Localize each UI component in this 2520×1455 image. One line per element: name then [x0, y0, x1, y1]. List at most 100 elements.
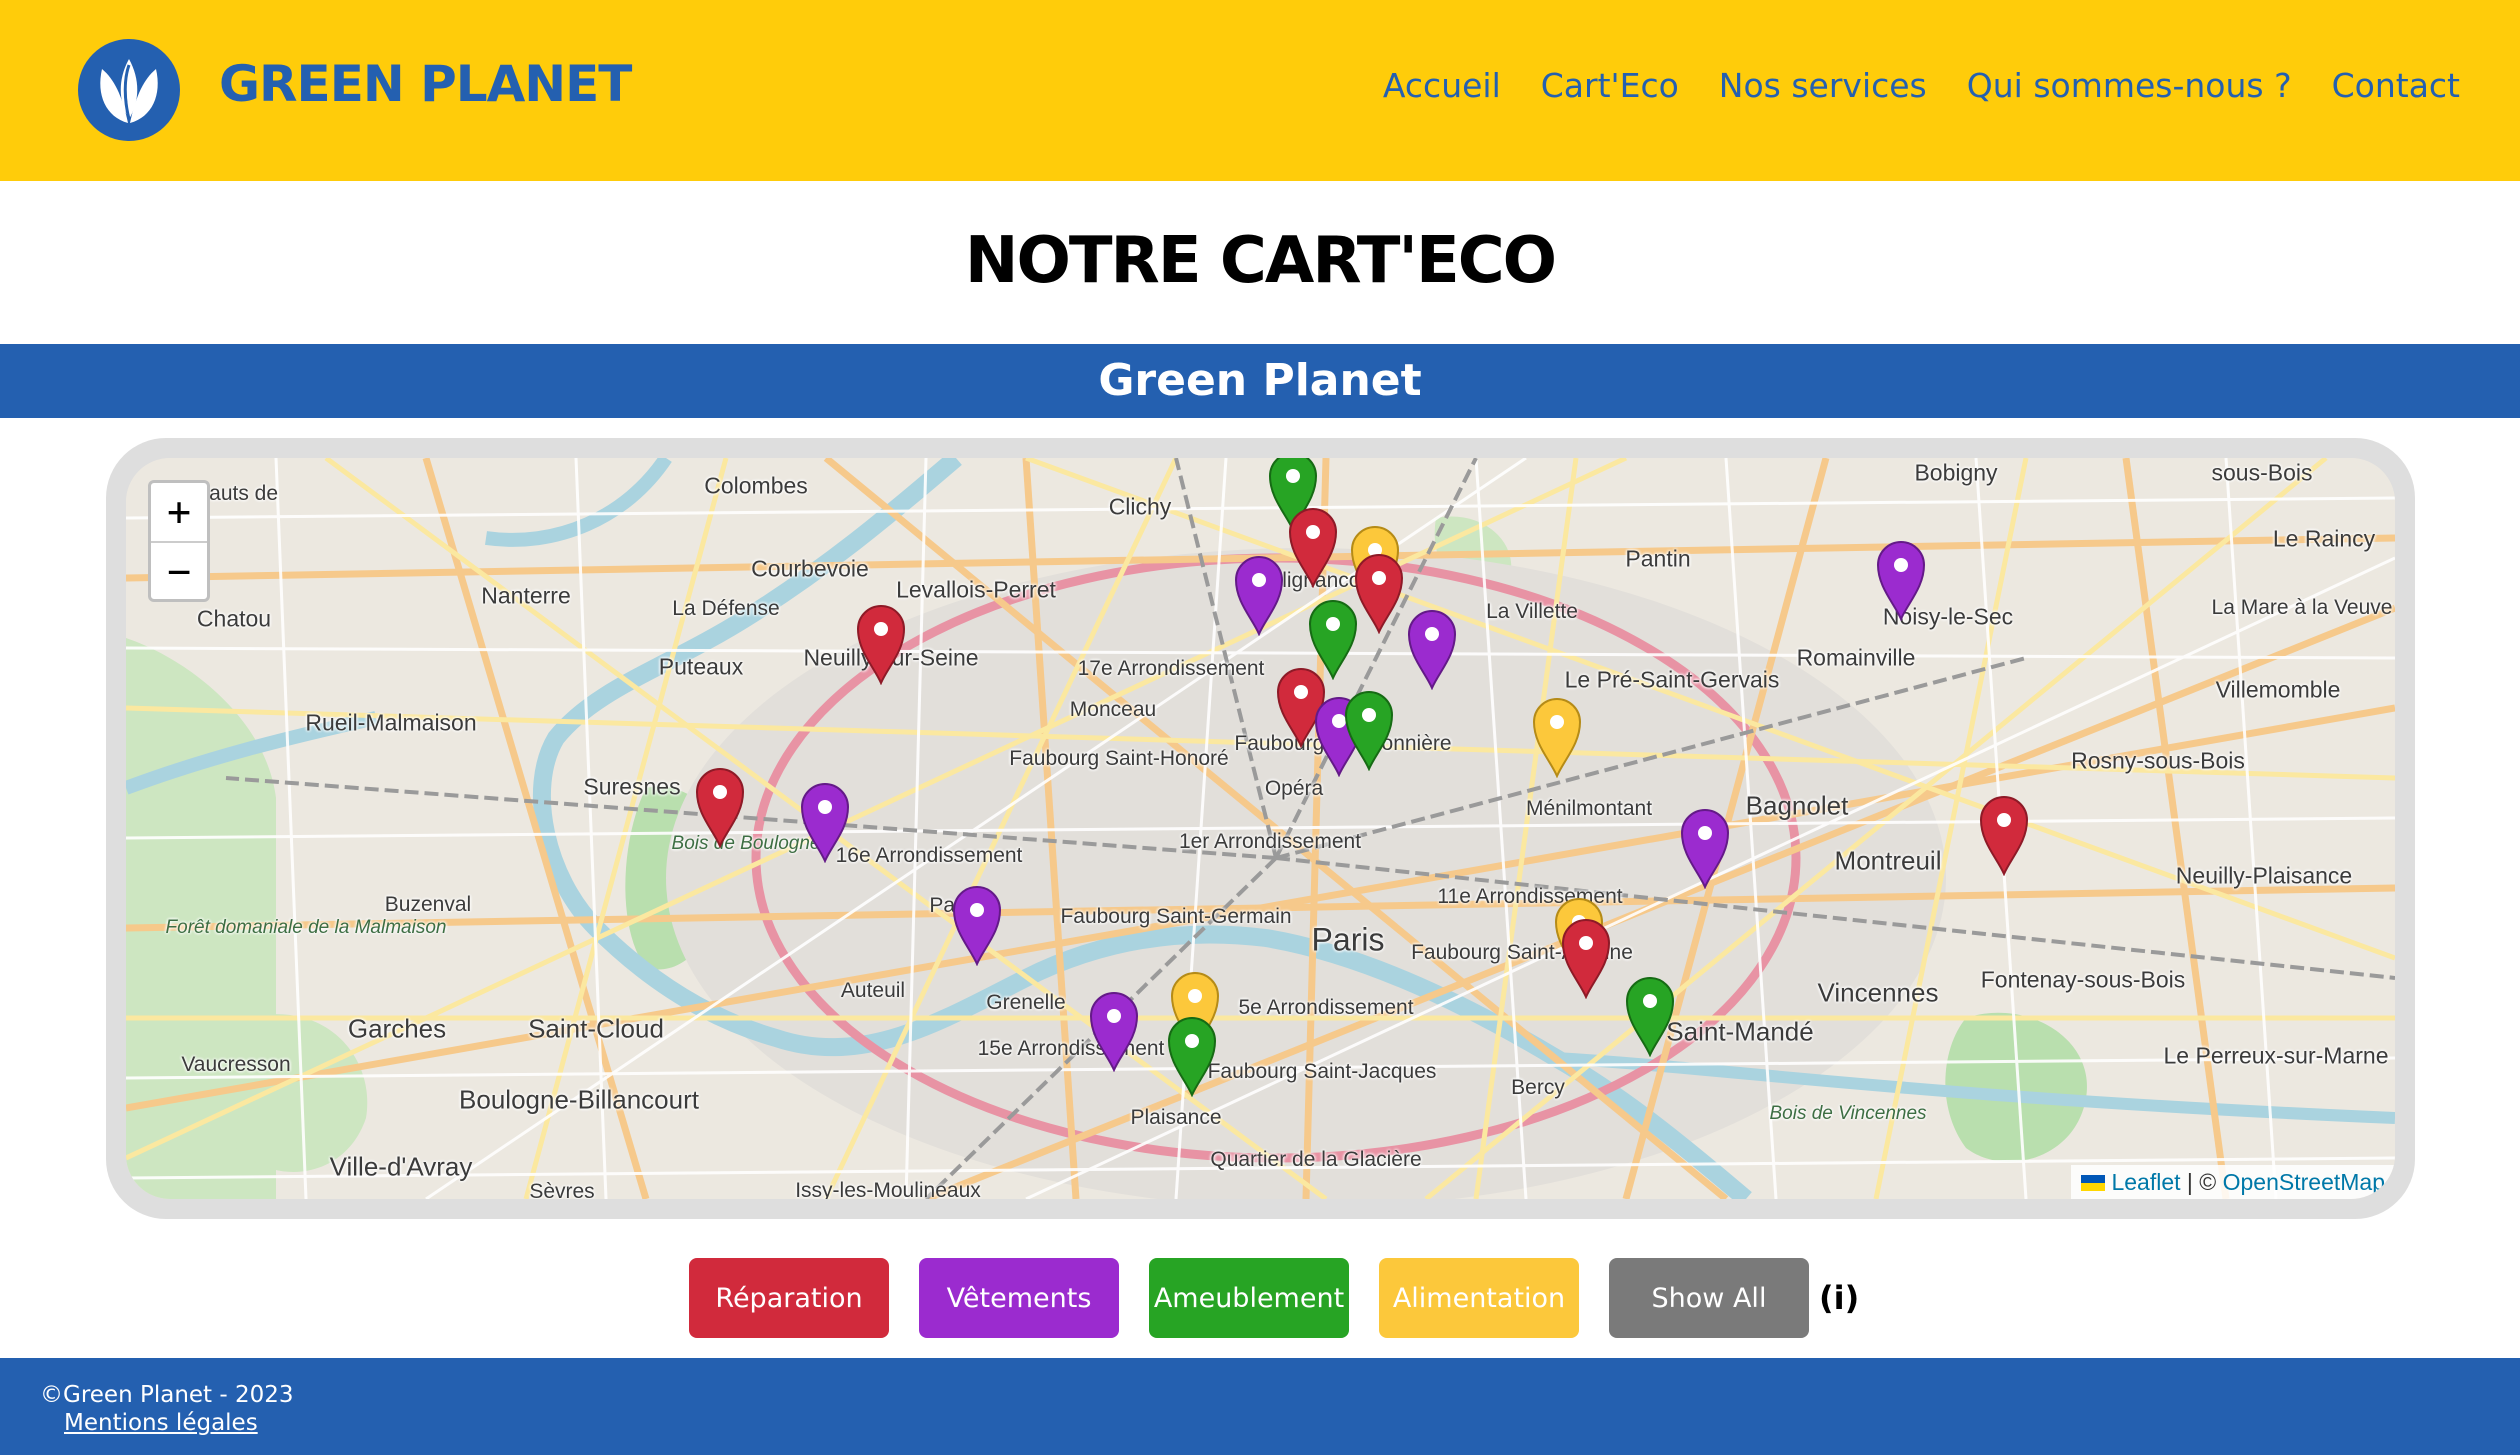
marker-reparation[interactable] — [1288, 508, 1338, 588]
marker-vetements[interactable] — [1680, 809, 1730, 889]
map-label: Ménilmontant — [1525, 797, 1653, 820]
map-label: Paris — [1311, 921, 1385, 958]
nav-services[interactable]: Nos services — [1719, 66, 1927, 105]
map-label: sous-Bois — [2211, 459, 2313, 486]
marker-reparation[interactable] — [1561, 919, 1611, 999]
marker-vetements[interactable] — [1089, 992, 1139, 1072]
marker-ameublement[interactable] — [1344, 691, 1394, 771]
map-label: Rosny-sous-Bois — [2071, 747, 2245, 774]
nav-carteco[interactable]: Cart'Eco — [1541, 66, 1679, 105]
map-label: Nanterre — [481, 582, 571, 609]
marker-vetements[interactable] — [1876, 541, 1926, 621]
map-label: Romainville — [1796, 644, 1916, 671]
section-band: Green Planet — [0, 344, 2520, 418]
category-filters: Réparation Vêtements Ameublement Aliment… — [689, 1258, 1859, 1338]
map-label: Boulogne-Billancourt — [459, 1084, 699, 1115]
marker-reparation[interactable] — [856, 605, 906, 685]
map-label: Bercy — [1511, 1076, 1565, 1099]
map-label: Plaisance — [1130, 1106, 1222, 1129]
map-attribution: Leaflet | © OpenStreetMap — [2071, 1165, 2395, 1199]
marker-vetements[interactable] — [800, 783, 850, 863]
nav-contact[interactable]: Contact — [2332, 66, 2460, 105]
map-label: Clichy — [1108, 493, 1172, 520]
marker-vetements[interactable] — [1407, 610, 1457, 690]
marker-vetements[interactable] — [952, 886, 1002, 966]
main-nav: Accueil Cart'Eco Nos services Qui sommes… — [1383, 66, 2460, 105]
nav-accueil[interactable]: Accueil — [1383, 66, 1501, 105]
map-label: Le Pré-Saint-Gervais — [1564, 666, 1780, 693]
marker-reparation[interactable] — [1979, 796, 2029, 876]
map-label: Saint-Cloud — [528, 1013, 664, 1044]
map-label: Buzenval — [384, 893, 472, 916]
map-label: La Défense — [672, 597, 780, 620]
filter-alimentation-button[interactable]: Alimentation — [1379, 1258, 1579, 1338]
marker-reparation[interactable] — [695, 768, 745, 848]
marker-reparation[interactable] — [1354, 554, 1404, 634]
map-label: Montreuil — [1834, 845, 1942, 876]
map-label: La Villette — [1486, 600, 1578, 623]
map-label: Faubourg Saint-Jacques — [1207, 1060, 1437, 1083]
leaflet-map[interactable]: Hauts de Chatou Colombes Clichy Bobigny … — [126, 458, 2395, 1199]
zoom-in-button[interactable]: + — [151, 483, 207, 541]
map-label: 17e Arrondissement — [1077, 657, 1265, 680]
map-label: Faubourg Saint-Germain — [1060, 905, 1292, 928]
map-label: Vaucresson — [181, 1053, 291, 1076]
copyright: ©Green Planet - 2023 — [40, 1382, 294, 1408]
brand-name[interactable]: GREEN PLANET — [219, 55, 632, 113]
filter-reparation-button[interactable]: Réparation — [689, 1258, 889, 1338]
map-label: 16e Arrondissement — [835, 844, 1023, 867]
map-label: Courbevoie — [751, 555, 869, 582]
filter-ameublement-button[interactable]: Ameublement — [1149, 1258, 1349, 1338]
marker-alimentation[interactable] — [1532, 698, 1582, 778]
map-label: Monceau — [1069, 698, 1157, 721]
osm-link[interactable]: OpenStreetMap — [2223, 1169, 2385, 1195]
map-label: Saint-Mandé — [1666, 1016, 1814, 1047]
info-icon[interactable]: (i) — [1819, 1279, 1859, 1317]
map-label: Ville-d'Avray — [329, 1151, 473, 1182]
map-label: Chatou — [196, 605, 272, 632]
map-label: Villemomble — [2215, 676, 2341, 703]
zoom-out-button[interactable]: − — [151, 541, 207, 599]
map-label: Forêt domaniale de la Malmaison — [165, 917, 447, 938]
zoom-control: + − — [148, 480, 210, 602]
page-title: NOTRE CART'ECO — [964, 224, 1557, 298]
map-label: Neuilly-Plaisance — [2175, 862, 2353, 889]
map-label: Le Perreux-sur-Marne — [2163, 1042, 2389, 1069]
map-label: Pantin — [1625, 545, 1691, 572]
show-all-button[interactable]: Show All — [1609, 1258, 1809, 1338]
map-label: Garches — [347, 1013, 447, 1044]
attribution-separator: | © — [2180, 1169, 2223, 1195]
map-label: Rueil-Malmaison — [305, 709, 477, 736]
leaf-logo-icon[interactable] — [78, 39, 180, 141]
map-label: Grenelle — [986, 991, 1066, 1014]
leaflet-link[interactable]: Leaflet — [2111, 1169, 2180, 1195]
section-band-title: Green Planet — [1098, 355, 1422, 406]
map-label: Bagnolet — [1745, 790, 1849, 821]
map-label: 5e Arrondissement — [1238, 996, 1414, 1019]
map-label: Issy-les-Moulineaux — [795, 1179, 981, 1199]
map-label: Vincennes — [1817, 977, 1939, 1008]
filter-vetements-button[interactable]: Vêtements — [919, 1258, 1119, 1338]
map-label: La Mare à la Veuve — [2211, 596, 2393, 619]
marker-ameublement[interactable] — [1167, 1017, 1217, 1097]
map-label: Sèvres — [529, 1180, 595, 1199]
nav-about[interactable]: Qui sommes-nous ? — [1967, 66, 2292, 105]
map-label: Bobigny — [1914, 459, 1998, 486]
site-footer: ©Green Planet - 2023 Mentions légales — [0, 1358, 2520, 1455]
map-label: 1er Arrondissement — [1178, 830, 1362, 853]
marker-vetements[interactable] — [1234, 556, 1284, 636]
site-header: GREEN PLANET Accueil Cart'Eco Nos servic… — [0, 0, 2520, 181]
marker-ameublement[interactable] — [1625, 977, 1675, 1057]
ukraine-flag-icon — [2081, 1175, 2106, 1191]
map-label: Bois de Vincennes — [1769, 1103, 1927, 1124]
map-label: Quartier de la Glacière — [1210, 1148, 1422, 1171]
legal-link[interactable]: Mentions légales — [64, 1410, 258, 1436]
map-label: Bois de Boulogne — [671, 833, 821, 854]
map-label: Levallois-Perret — [896, 576, 1056, 603]
map-label: Suresnes — [583, 773, 681, 800]
map-label: Faubourg Saint-Honoré — [1009, 747, 1229, 770]
map-label: Puteaux — [658, 653, 744, 680]
map-label: Fontenay-sous-Bois — [1980, 966, 2186, 993]
map-label: Opéra — [1264, 777, 1324, 800]
map-label: Colombes — [704, 472, 808, 499]
